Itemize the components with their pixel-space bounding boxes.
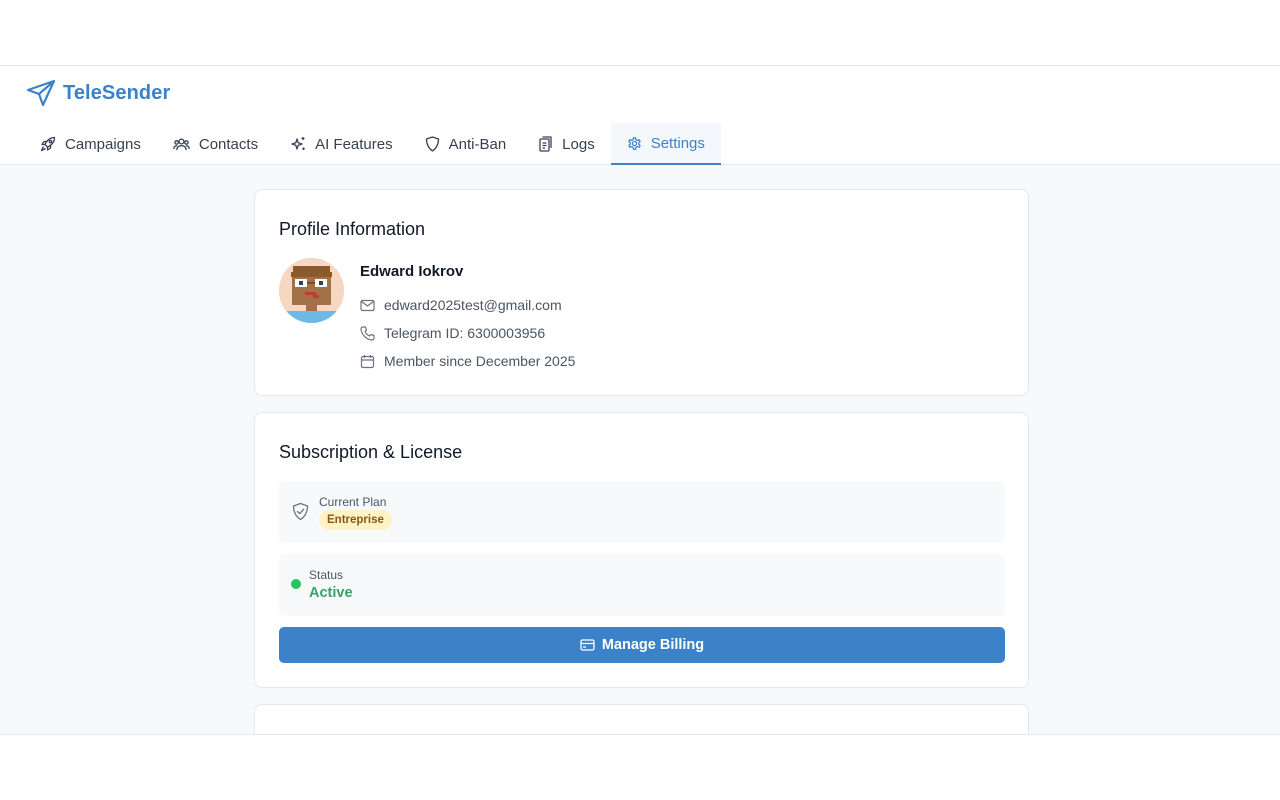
tab-label: Logs: [562, 135, 595, 153]
tab-label: Contacts: [198, 135, 259, 153]
tab-label: Anti-Ban: [448, 135, 507, 153]
shield-check-icon: [292, 502, 309, 521]
profile-email: edward2025test@gmail.com: [384, 297, 562, 313]
bottom-blank-area: [0, 734, 1280, 800]
tab-campaigns[interactable]: Campaigns: [24, 123, 157, 165]
brand[interactable]: TeleSender: [26, 79, 170, 107]
tab-contacts[interactable]: Contacts: [157, 123, 274, 165]
shield-icon: [425, 136, 439, 152]
tab-label: Settings: [650, 134, 705, 152]
brand-name: TeleSender: [63, 81, 171, 104]
status-dot: [291, 579, 301, 589]
credit-card-icon: [580, 639, 595, 651]
subscription-card: Subscription & License Current Plan Entr…: [254, 412, 1029, 688]
pixel-avatar-icon: [279, 258, 344, 323]
plan-badge: Entreprise: [319, 510, 392, 530]
top-blank-area: [0, 0, 1280, 66]
profile-member-since: Member since December 2025: [384, 353, 576, 369]
calendar-icon: [360, 354, 375, 368]
status-label: Status: [309, 568, 344, 582]
current-plan-box: Current Plan Entreprise: [279, 481, 1005, 543]
sparkles-icon: [291, 137, 305, 150]
tab-label: AI Features: [315, 135, 393, 153]
tab-logs[interactable]: Logs: [522, 123, 611, 165]
paper-plane-icon: [26, 79, 56, 107]
tab-settings[interactable]: Settings: [610, 123, 721, 165]
status-value: Active: [309, 585, 353, 601]
tab-ai-features[interactable]: AI Features: [274, 123, 409, 165]
settings-content[interactable]: Profile Information Edward Iokrov edward…: [0, 165, 1280, 734]
next-settings-card: [254, 704, 1029, 734]
avatar: [279, 258, 344, 323]
profile-card-title: Profile Information: [279, 219, 426, 239]
profile-name: Edward Iokrov: [360, 263, 464, 280]
gear-icon: [627, 136, 641, 150]
rocket-icon: [40, 136, 56, 152]
profile-card: Profile Information Edward Iokrov edward…: [254, 189, 1029, 396]
tab-bar: Campaigns Contacts AI Features Anti-Ban …: [24, 123, 721, 165]
mail-icon: [360, 299, 375, 311]
email-row: edward2025test@gmail.com: [360, 297, 562, 313]
tab-anti-ban[interactable]: Anti-Ban: [409, 123, 523, 165]
phone-icon: [360, 325, 375, 341]
tab-label: Campaigns: [65, 135, 141, 153]
status-box: Status Active: [279, 554, 1005, 616]
telegram-row: Telegram ID: 6300003956: [360, 325, 545, 341]
clipboard-icon: [539, 136, 552, 152]
manage-billing-label: Manage Billing: [601, 637, 705, 653]
users-icon: [173, 138, 190, 151]
member-since-row: Member since December 2025: [360, 353, 575, 369]
plan-label: Current Plan: [319, 495, 387, 509]
manage-billing-button[interactable]: Manage Billing: [279, 627, 1005, 663]
subscription-card-title: Subscription & License: [279, 442, 463, 462]
profile-telegram-id: Telegram ID: 6300003956: [384, 325, 546, 341]
app-header: TeleSender Campaigns Contacts AI Feature…: [0, 66, 1280, 165]
